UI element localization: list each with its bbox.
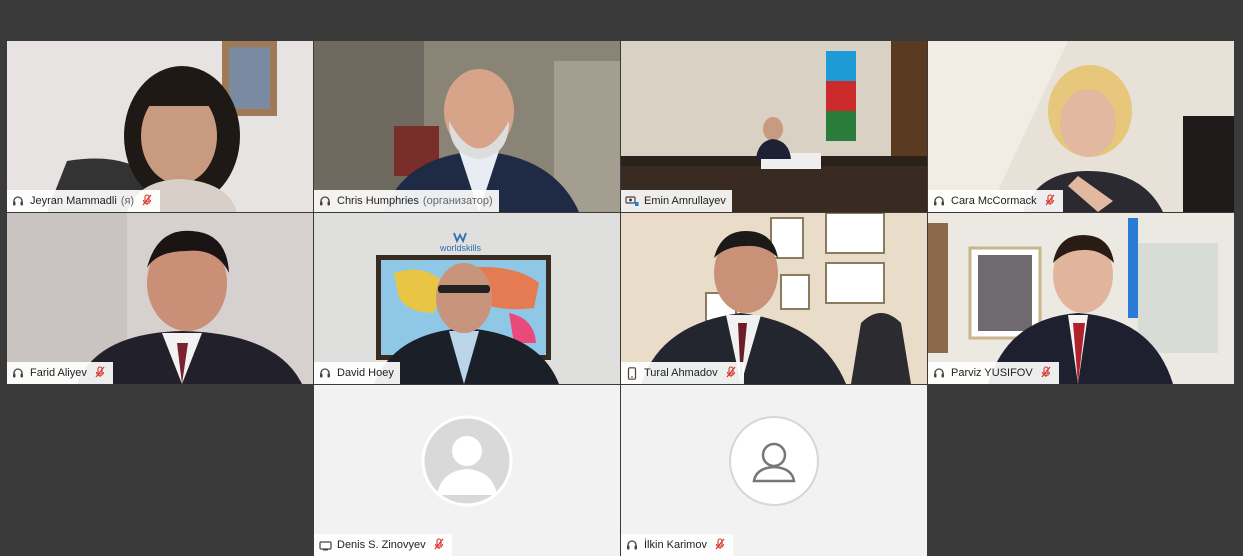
participant-label: Emin Amrullayev xyxy=(621,190,732,212)
headset-icon xyxy=(318,366,332,380)
participant-label: Parviz YUSIFOV xyxy=(928,362,1059,384)
video-feed xyxy=(7,213,313,384)
mic-muted-icon xyxy=(142,194,154,208)
video-tile-david[interactable]: worldskills David Hoey xyxy=(314,213,620,384)
mic-muted-icon xyxy=(726,366,738,380)
avatar-placeholder-icon xyxy=(421,415,513,507)
participant-name: Tural Ahmadov xyxy=(644,367,718,379)
headset-icon xyxy=(625,538,639,552)
video-tile-jeyran[interactable]: Jeyran Mammadli (я) xyxy=(7,41,313,212)
worldskills-mark-icon xyxy=(452,232,467,243)
participant-role: (организатор) xyxy=(422,195,493,207)
participant-label: Tural Ahmadov xyxy=(621,362,744,384)
room-system-icon xyxy=(625,194,639,208)
participant-name: Jeyran Mammadli xyxy=(30,195,117,207)
participant-label: David Hoey xyxy=(314,362,400,384)
participant-role: (я) xyxy=(120,195,135,207)
mic-muted-icon xyxy=(1041,366,1053,380)
participant-name: Parviz YUSIFOV xyxy=(951,367,1033,379)
participant-label: Jeyran Mammadli (я) xyxy=(7,190,161,212)
video-feed xyxy=(621,41,927,212)
video-feed xyxy=(621,213,927,384)
worldskills-logo: worldskills xyxy=(440,231,481,253)
tv-icon xyxy=(318,538,332,552)
mic-muted-icon xyxy=(434,538,446,552)
mic-muted-icon xyxy=(95,366,107,380)
video-tile-farid[interactable]: Farid Aliyev xyxy=(7,213,313,384)
participant-name: Cara McCormack xyxy=(951,195,1037,207)
video-tile-parviz[interactable]: Parviz YUSIFOV xyxy=(928,213,1234,384)
avatar-placeholder-icon xyxy=(729,416,819,506)
video-feed xyxy=(7,41,313,212)
video-tile-cara[interactable]: Cara McCormack xyxy=(928,41,1234,212)
phone-icon xyxy=(625,366,639,380)
mic-muted-icon xyxy=(715,538,727,552)
video-tile-denis[interactable]: Denis S. Zinovyev xyxy=(314,385,620,556)
video-feed xyxy=(928,213,1234,384)
participant-label: Cara McCormack xyxy=(928,190,1063,212)
worldskills-logo-text: worldskills xyxy=(440,243,482,253)
headset-icon xyxy=(318,194,332,208)
video-tile-emin[interactable]: Emin Amrullayev xyxy=(621,41,927,212)
participant-label: Farid Aliyev xyxy=(7,362,113,384)
headset-icon xyxy=(932,194,946,208)
participant-label: İlkin Karimov xyxy=(621,534,733,556)
headset-icon xyxy=(11,194,25,208)
headset-icon xyxy=(932,366,946,380)
video-feed xyxy=(928,41,1234,212)
participant-name: Emin Amrullayev xyxy=(644,195,726,207)
participant-name: İlkin Karimov xyxy=(644,539,707,551)
video-tile-tural[interactable]: Tural Ahmadov xyxy=(621,213,927,384)
participant-label: Chris Humphries (организатор) xyxy=(314,190,499,212)
participant-label: Denis S. Zinovyev xyxy=(314,534,452,556)
video-tile-ilkin[interactable]: İlkin Karimov xyxy=(621,385,927,556)
video-tile-chris[interactable]: Chris Humphries (организатор) xyxy=(314,41,620,212)
participant-name: Chris Humphries xyxy=(337,195,419,207)
participant-name: Farid Aliyev xyxy=(30,367,87,379)
mic-muted-icon xyxy=(1045,194,1057,208)
video-feed xyxy=(314,41,620,212)
headset-icon xyxy=(11,366,25,380)
participant-name: David Hoey xyxy=(337,367,394,379)
participant-name: Denis S. Zinovyev xyxy=(337,539,426,551)
